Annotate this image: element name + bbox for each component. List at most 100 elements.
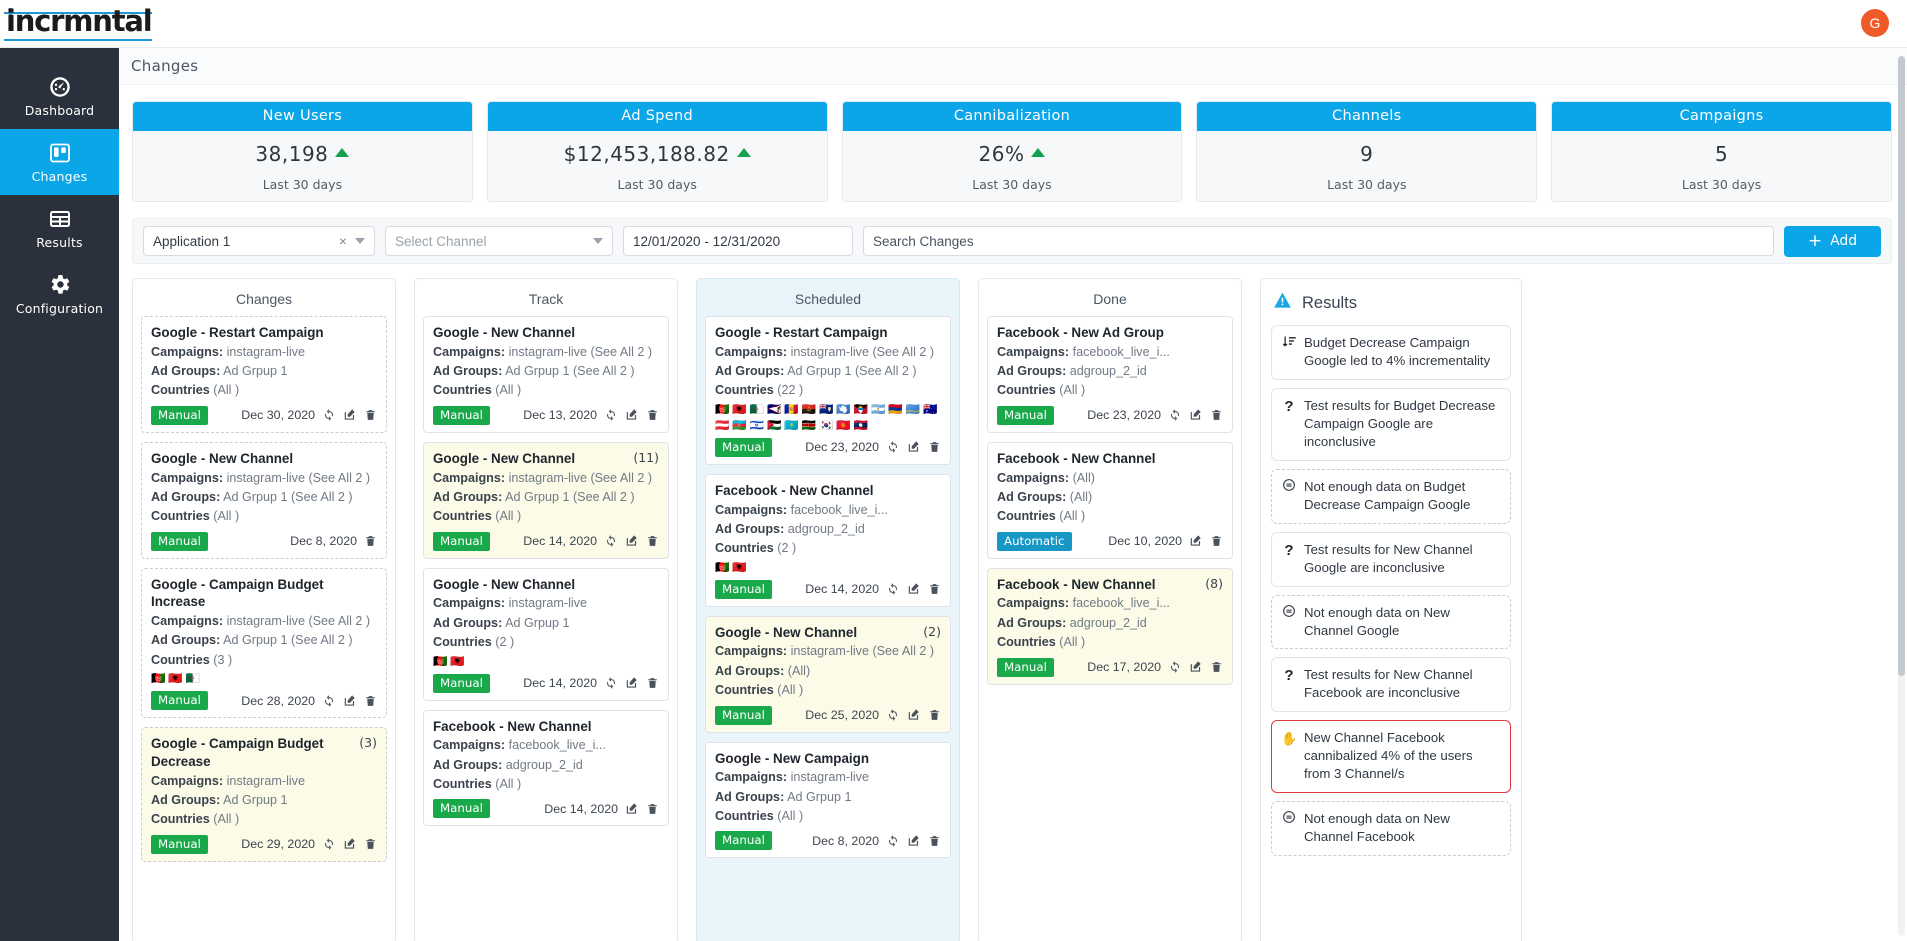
edit-icon[interactable]: [1189, 408, 1203, 422]
change-card[interactable]: Facebook - New Ad Group Campaigns: facebo…: [987, 316, 1233, 433]
result-item[interactable]: Not enough data on New Channel Google: [1271, 594, 1511, 650]
result-item[interactable]: ? Test results for New Channel Facebook a…: [1271, 657, 1511, 713]
date-range-input[interactable]: 12/01/2020 - 12/31/2020: [623, 226, 853, 256]
delete-icon[interactable]: [1210, 660, 1223, 674]
refresh-icon[interactable]: [1168, 408, 1182, 422]
result-item[interactable]: ? Test results for New Channel Google are…: [1271, 531, 1511, 587]
edit-icon[interactable]: [625, 676, 639, 690]
delete-icon[interactable]: [928, 582, 941, 596]
app-logo[interactable]: incrmntal: [6, 4, 153, 38]
result-item[interactable]: Budget Decrease Campaign Google led to 4…: [1271, 325, 1511, 380]
change-card[interactable]: Facebook - New Channel Campaigns: faceboo…: [423, 709, 669, 827]
edit-icon[interactable]: [907, 582, 921, 596]
change-card[interactable]: Google - New Channel Campaigns: instagram…: [423, 316, 669, 433]
card-adgroups: Ad Groups: Ad Grpup 1 (See All 2 ): [433, 362, 659, 381]
edit-icon[interactable]: [907, 708, 921, 722]
delete-icon[interactable]: [1210, 408, 1223, 422]
change-card[interactable]: Google - New Campaign Campaigns: instagra…: [705, 741, 951, 859]
avatar[interactable]: G: [1861, 9, 1889, 37]
delete-icon[interactable]: [364, 534, 377, 548]
refresh-icon[interactable]: [604, 408, 618, 422]
refresh-icon[interactable]: [322, 837, 336, 851]
card-campaigns: Campaigns: facebook_live_i...: [997, 594, 1223, 613]
card-adgroups: Ad Groups: adgroup_2_id: [433, 756, 659, 775]
delete-icon[interactable]: [646, 676, 659, 690]
change-card[interactable]: (11) Google - New Channel Campaigns: insta…: [423, 441, 669, 559]
delete-icon[interactable]: [364, 408, 377, 422]
edit-icon[interactable]: [625, 408, 639, 422]
refresh-icon[interactable]: [886, 440, 900, 454]
results-header: Results: [1271, 289, 1511, 325]
card-campaigns: Campaigns: instagram-live: [433, 594, 659, 613]
edit-icon[interactable]: [343, 694, 357, 708]
edit-icon[interactable]: [1189, 534, 1203, 548]
delete-icon[interactable]: [364, 694, 377, 708]
delete-icon[interactable]: [1210, 534, 1223, 548]
refresh-icon[interactable]: [604, 534, 618, 548]
refresh-icon[interactable]: [886, 708, 900, 722]
delete-icon[interactable]: [928, 834, 941, 848]
card-campaigns-label: Campaigns:: [433, 738, 506, 753]
change-card[interactable]: Google - New Channel Campaigns: instagram…: [141, 441, 387, 559]
kpi-row: New Users 38,198 Last 30 days Ad Spend $12,4…: [119, 85, 1907, 202]
edit-icon[interactable]: [343, 837, 357, 851]
card-adgroups-value: Ad Grpup 1 (See All 2 ): [505, 489, 635, 504]
kpi-body: 9 Last 30 days: [1197, 131, 1537, 201]
channel-select[interactable]: Select Channel: [385, 226, 613, 256]
change-card[interactable]: Google - Restart Campaign Campaigns: inst…: [705, 316, 951, 465]
card-adgroups-value: Ad Grpup 1 (See All 2 ): [505, 364, 635, 379]
trend-up-icon: [1031, 147, 1046, 157]
application-select[interactable]: Application 1 ×: [143, 226, 375, 256]
change-card[interactable]: (2) Google - New Channel Campaigns: instag…: [705, 615, 951, 733]
refresh-icon[interactable]: [604, 676, 618, 690]
page-scrollbar-thumb[interactable]: [1898, 56, 1905, 676]
edit-icon[interactable]: [625, 802, 639, 816]
edit-icon[interactable]: [625, 534, 639, 548]
card-countries-value: (All ): [777, 683, 804, 698]
sidebar-item-changes[interactable]: Changes: [0, 129, 119, 195]
change-card[interactable]: (3) Google - Campaign Budget Decrease Camp…: [141, 727, 387, 862]
card-count: (11): [633, 449, 659, 465]
change-card[interactable]: Google - New Channel Campaigns: instagram…: [423, 567, 669, 701]
edit-icon[interactable]: [1189, 660, 1203, 674]
clear-icon[interactable]: ×: [339, 233, 347, 249]
card-campaigns-label: Campaigns:: [151, 614, 224, 629]
sidebar-item-results[interactable]: Results: [0, 195, 119, 261]
change-card[interactable]: Google - Restart Campaign Campaigns: inst…: [141, 316, 387, 433]
change-card[interactable]: Facebook - New Channel Campaigns: (All) Ad…: [987, 441, 1233, 559]
change-card[interactable]: (8) Facebook - New Channel Campaigns: face…: [987, 567, 1233, 685]
delete-icon[interactable]: [646, 534, 659, 548]
delete-icon[interactable]: [928, 708, 941, 722]
delete-icon[interactable]: [364, 837, 377, 851]
result-item[interactable]: Not enough data on New Channel Facebook: [1271, 801, 1511, 857]
result-item[interactable]: ? Test results for Budget Decrease Campai…: [1271, 387, 1511, 461]
result-item[interactable]: Not enough data on Budget Decrease Campa…: [1271, 468, 1511, 524]
edit-icon[interactable]: [907, 440, 921, 454]
card-date: Dec 25, 2020: [805, 708, 879, 723]
edit-icon[interactable]: [907, 834, 921, 848]
edit-icon[interactable]: [343, 408, 357, 422]
card-adgroups-value: adgroup_2_id: [787, 521, 865, 536]
card-campaigns-label: Campaigns:: [151, 344, 224, 359]
board-icon: [48, 141, 72, 165]
refresh-icon[interactable]: [322, 408, 336, 422]
refresh-icon[interactable]: [1168, 660, 1182, 674]
delete-icon[interactable]: [646, 408, 659, 422]
search-input[interactable]: Search Changes: [863, 226, 1774, 256]
flag-icon: 🇦🇹: [715, 419, 730, 432]
sidebar-item-configuration[interactable]: Configuration: [0, 261, 119, 327]
change-card[interactable]: Facebook - New Channel Campaigns: faceboo…: [705, 473, 951, 607]
add-button[interactable]: + Add: [1784, 225, 1881, 257]
card-countries-label: Countries: [997, 509, 1056, 524]
result-item[interactable]: ✋ New Channel Facebook cannibalized 4% of…: [1271, 720, 1511, 794]
refresh-icon[interactable]: [886, 582, 900, 596]
refresh-icon[interactable]: [322, 694, 336, 708]
refresh-icon[interactable]: [886, 834, 900, 848]
flag-icon: 🇦🇶: [836, 403, 851, 416]
sidebar-item-dashboard[interactable]: Dashboard: [0, 63, 119, 129]
delete-icon[interactable]: [646, 802, 659, 816]
card-campaigns: Campaigns: instagram-live (See All 2 ): [715, 642, 941, 661]
card-footer: Manual Dec 13, 2020: [433, 405, 659, 425]
change-card[interactable]: Google - Campaign Budget Increase Campaig…: [141, 567, 387, 719]
delete-icon[interactable]: [928, 440, 941, 454]
